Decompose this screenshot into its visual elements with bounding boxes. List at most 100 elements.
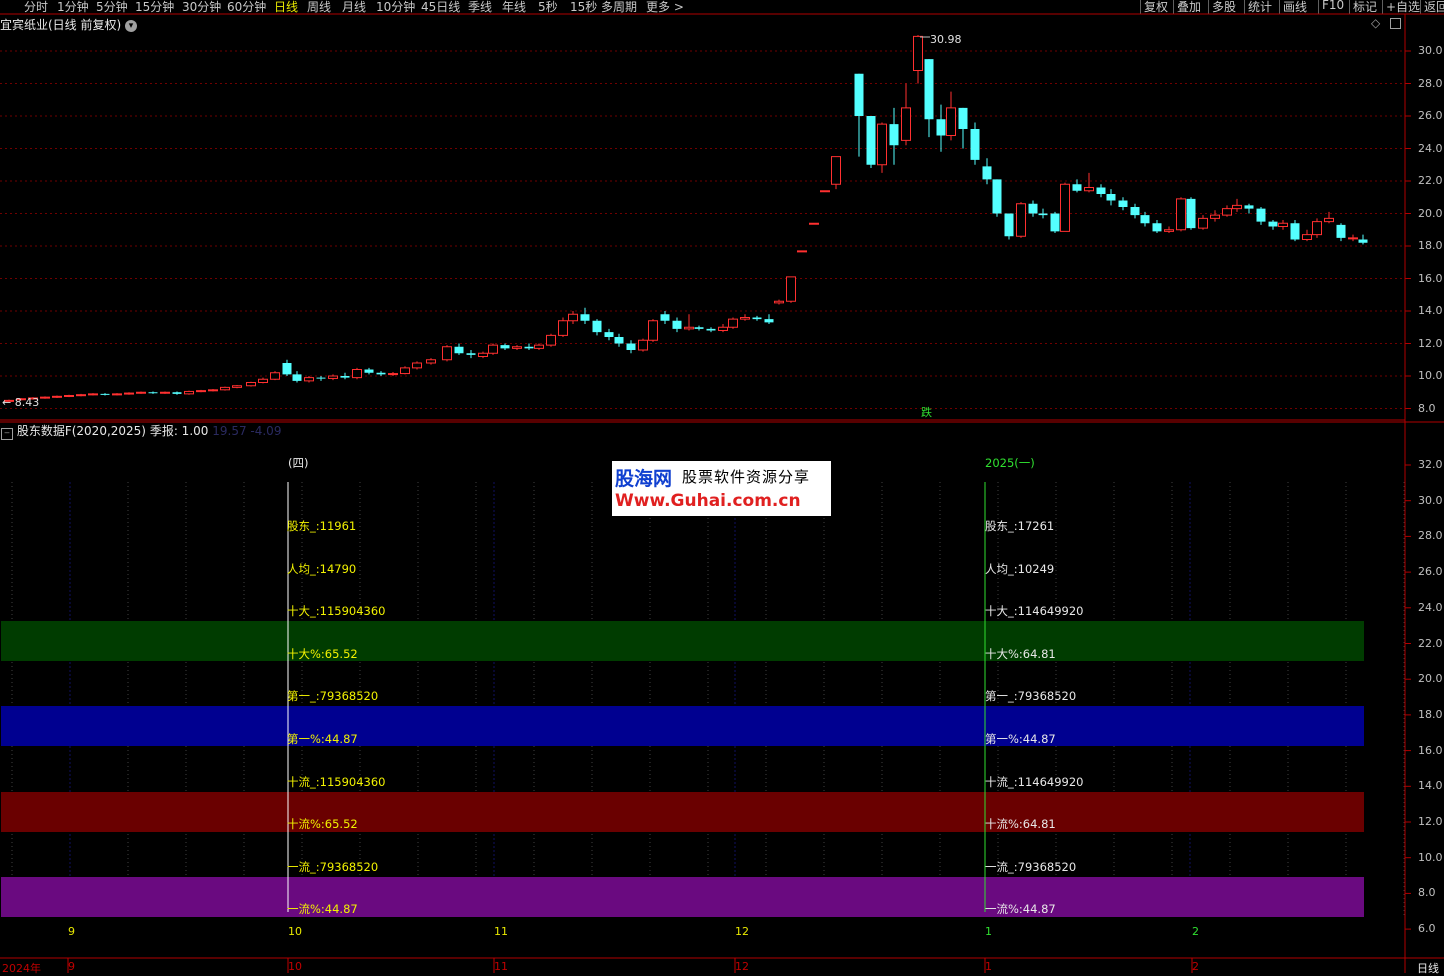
candle-body: [304, 377, 314, 382]
y-tick-label: 16.0: [1418, 743, 1443, 757]
q4-header: (四): [288, 456, 309, 470]
candle-body: [1348, 237, 1358, 240]
candle-body: [648, 320, 658, 341]
x-month-label: 10: [288, 925, 302, 938]
shareholder-stat: 一流%:44.87: [985, 902, 1056, 916]
candle-body: [1060, 183, 1070, 232]
x-month-label: 1: [985, 925, 992, 938]
candle-body: [1164, 229, 1174, 232]
candle-body: [809, 222, 819, 225]
x-month-label: 12: [735, 925, 749, 938]
x-month-label: 2: [1192, 925, 1199, 938]
y-tick-label: 24.0: [1418, 600, 1443, 614]
y-tick-label: 28.0: [1418, 529, 1443, 543]
candle-body: [232, 385, 242, 388]
y-tick-label: 12.0: [1418, 815, 1443, 828]
candle-body: [626, 343, 636, 350]
indicator-title[interactable]: ‒ 股东数据F(2020,2025) 季报: 1.00 19.57 -4.09: [1, 422, 281, 440]
candle-body: [1152, 223, 1162, 232]
y-tick-label: 32.0: [1418, 458, 1443, 471]
shareholder-stat: 第一_:79368520: [287, 689, 379, 703]
candle-body: [672, 320, 682, 329]
highlight-band: [1, 792, 1364, 832]
minus-icon[interactable]: ‒: [1, 428, 13, 440]
candle-body: [270, 372, 280, 380]
candle-body: [706, 328, 716, 331]
highlight-band: [1, 706, 1364, 746]
candle-body: [913, 35, 923, 71]
candle-body: [454, 346, 464, 354]
shareholder-stat: 十流%:64.81: [985, 817, 1056, 831]
date-axis-label: 2024年: [2, 962, 41, 975]
shareholder-stat: 一流_:79368520: [287, 860, 379, 874]
candle-body: [1096, 187, 1106, 194]
y-tick-label: 26.0: [1418, 565, 1443, 579]
watermark-url: Www.Guhai.com.cn: [615, 491, 801, 511]
candle-body: [1222, 208, 1232, 216]
shareholder-stat: 十大_:114649920: [985, 604, 1084, 618]
candle-body: [1244, 205, 1254, 209]
candle-body: [1130, 207, 1140, 216]
candle-body: [196, 390, 206, 393]
watermark-slogan: 股票软件资源分享: [682, 468, 811, 486]
y-tick-label: 28.0: [1418, 76, 1443, 90]
candle-body: [282, 363, 292, 375]
candle-body: [512, 346, 522, 349]
diamond-icon[interactable]: ◇: [1371, 16, 1380, 30]
candle-body: [1106, 194, 1116, 201]
shareholder-stat: 人均_:10249: [985, 562, 1055, 576]
candle-body: [820, 190, 830, 193]
candle-body: [524, 346, 534, 349]
candle-body: [352, 369, 362, 379]
candle-body: [376, 372, 386, 375]
candle-body: [1028, 203, 1038, 214]
date-axis-label: 12: [735, 960, 749, 973]
shareholder-stat: 股东_:17261: [985, 519, 1055, 533]
signal-marker: 跌: [921, 406, 932, 419]
candle-body: [660, 314, 670, 321]
shareholder-stat: 股东_:11961: [287, 519, 357, 533]
date-axis-label: 10: [288, 960, 302, 973]
y-tick-label: 8.0: [1418, 401, 1436, 415]
candle-body: [580, 314, 590, 321]
candle-body: [1050, 213, 1060, 232]
candle-body: [1016, 203, 1026, 237]
candle-body: [124, 392, 134, 395]
candle-body: [488, 344, 498, 354]
y-tick-label: 26.0: [1418, 109, 1443, 122]
candle-body: [1232, 204, 1242, 210]
candle-body: [558, 320, 568, 336]
candle-body: [1198, 217, 1208, 229]
indicator-name: 股东数据F(2020,2025): [16, 424, 146, 438]
q1-header: 2025(一): [985, 456, 1035, 470]
stock-title-text: 宜宾纸业(日线 前复权): [0, 18, 122, 32]
y-tick-label: 20.0: [1418, 206, 1443, 220]
candle-body: [958, 107, 968, 129]
x-month-label: 9: [68, 925, 75, 938]
shareholder-stat: 十大_:115904360: [287, 604, 386, 618]
x-month-label: 11: [494, 925, 508, 938]
window-toggle-icon[interactable]: [1390, 18, 1401, 29]
period-label[interactable]: 日线: [1417, 960, 1439, 976]
y-tick-label: 20.0: [1418, 672, 1443, 686]
candle-body: [148, 392, 158, 394]
shareholder-stat: 十流_:115904360: [287, 775, 386, 789]
date-axis-label: 11: [494, 960, 508, 973]
candle-body: [292, 374, 302, 381]
indicator-faded-values: 19.57 -4.09: [212, 424, 282, 438]
chevron-down-icon[interactable]: ▾: [125, 19, 138, 32]
candle-body: [1186, 198, 1196, 229]
candle-body: [946, 107, 956, 136]
candle-body: [604, 332, 614, 337]
stock-title[interactable]: 宜宾纸业(日线 前复权) ▾: [0, 16, 138, 33]
candle-body: [340, 376, 350, 378]
date-axis-label: 2: [1192, 960, 1199, 973]
candle-body: [500, 345, 510, 349]
candle-body: [40, 396, 50, 399]
shareholder-stat: 一流%:44.87: [287, 902, 358, 916]
candle-body: [184, 390, 194, 395]
candle-body: [740, 317, 750, 320]
candle-body: [1302, 234, 1312, 240]
candle-body: [76, 394, 86, 397]
candle-body: [88, 393, 98, 396]
